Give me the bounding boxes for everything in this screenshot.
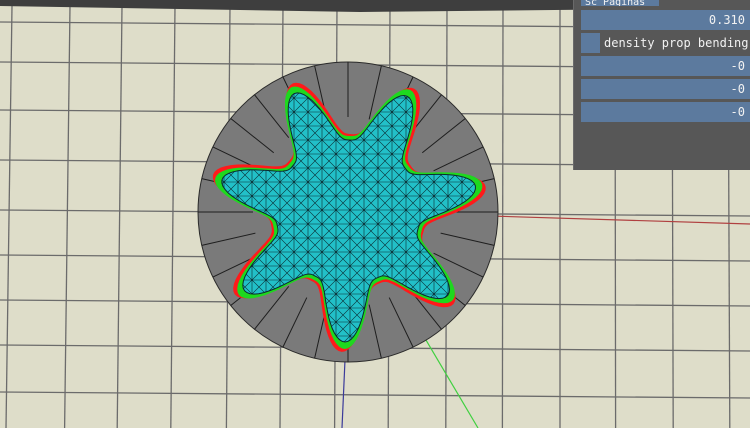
density-prop-bending-checkbox[interactable] [581, 33, 600, 53]
parameter-field-2[interactable]: -0 [581, 56, 750, 76]
grid-line [501, 5, 504, 428]
parameters-panel: Sc Paginas 0.310 density prop bending -0… [573, 0, 750, 170]
parameter-field-4[interactable]: -0 [581, 102, 750, 122]
density-prop-bending-label: density prop bending [604, 36, 749, 50]
parameter-field-3[interactable]: -0 [581, 79, 750, 99]
parameter-field-1[interactable]: 0.310 [581, 10, 750, 30]
panel-tab[interactable]: Sc Paginas [581, 0, 659, 6]
